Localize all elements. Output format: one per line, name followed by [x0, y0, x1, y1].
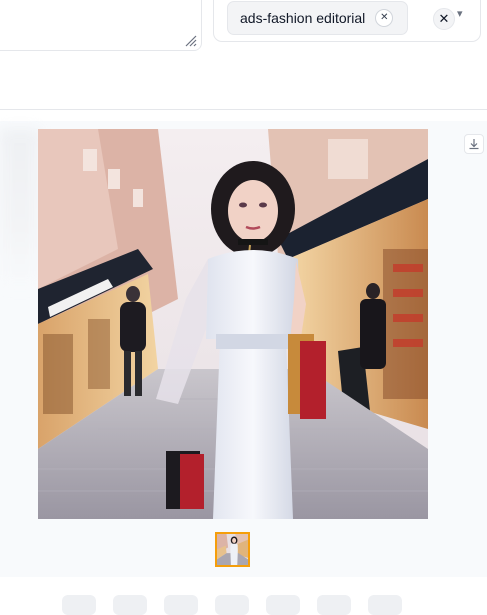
style-dropdown[interactable]: ads-fashion editorial ✕ ✕ ▾ [213, 0, 481, 42]
close-icon: ✕ [438, 11, 450, 26]
image-gallery [0, 121, 487, 577]
close-icon: ✕ [380, 12, 389, 23]
chevron-down-icon[interactable]: ▾ [457, 7, 463, 20]
bottom-toolbar [0, 577, 487, 615]
style-chip-label: ads-fashion editorial [240, 10, 366, 26]
toolbar-button[interactable] [62, 595, 96, 615]
toolbar-button[interactable] [317, 595, 351, 615]
generated-image[interactable] [38, 129, 428, 519]
resize-grip-icon[interactable] [185, 35, 197, 47]
clear-selection-button[interactable]: ✕ [433, 8, 455, 30]
download-icon [469, 139, 479, 150]
prompt-textarea[interactable] [0, 0, 202, 51]
gallery-blur-edge [0, 129, 40, 289]
style-chip: ads-fashion editorial ✕ [227, 1, 409, 35]
download-button[interactable] [464, 134, 484, 154]
toolbar-button[interactable] [215, 595, 249, 615]
section-divider [0, 109, 487, 110]
toolbar-button[interactable] [266, 595, 300, 615]
toolbar-button[interactable] [164, 595, 198, 615]
toolbar-button[interactable] [368, 595, 402, 615]
thumbnail-selected[interactable] [215, 532, 250, 567]
chip-remove-button[interactable]: ✕ [375, 9, 394, 27]
toolbar-button[interactable] [113, 595, 147, 615]
